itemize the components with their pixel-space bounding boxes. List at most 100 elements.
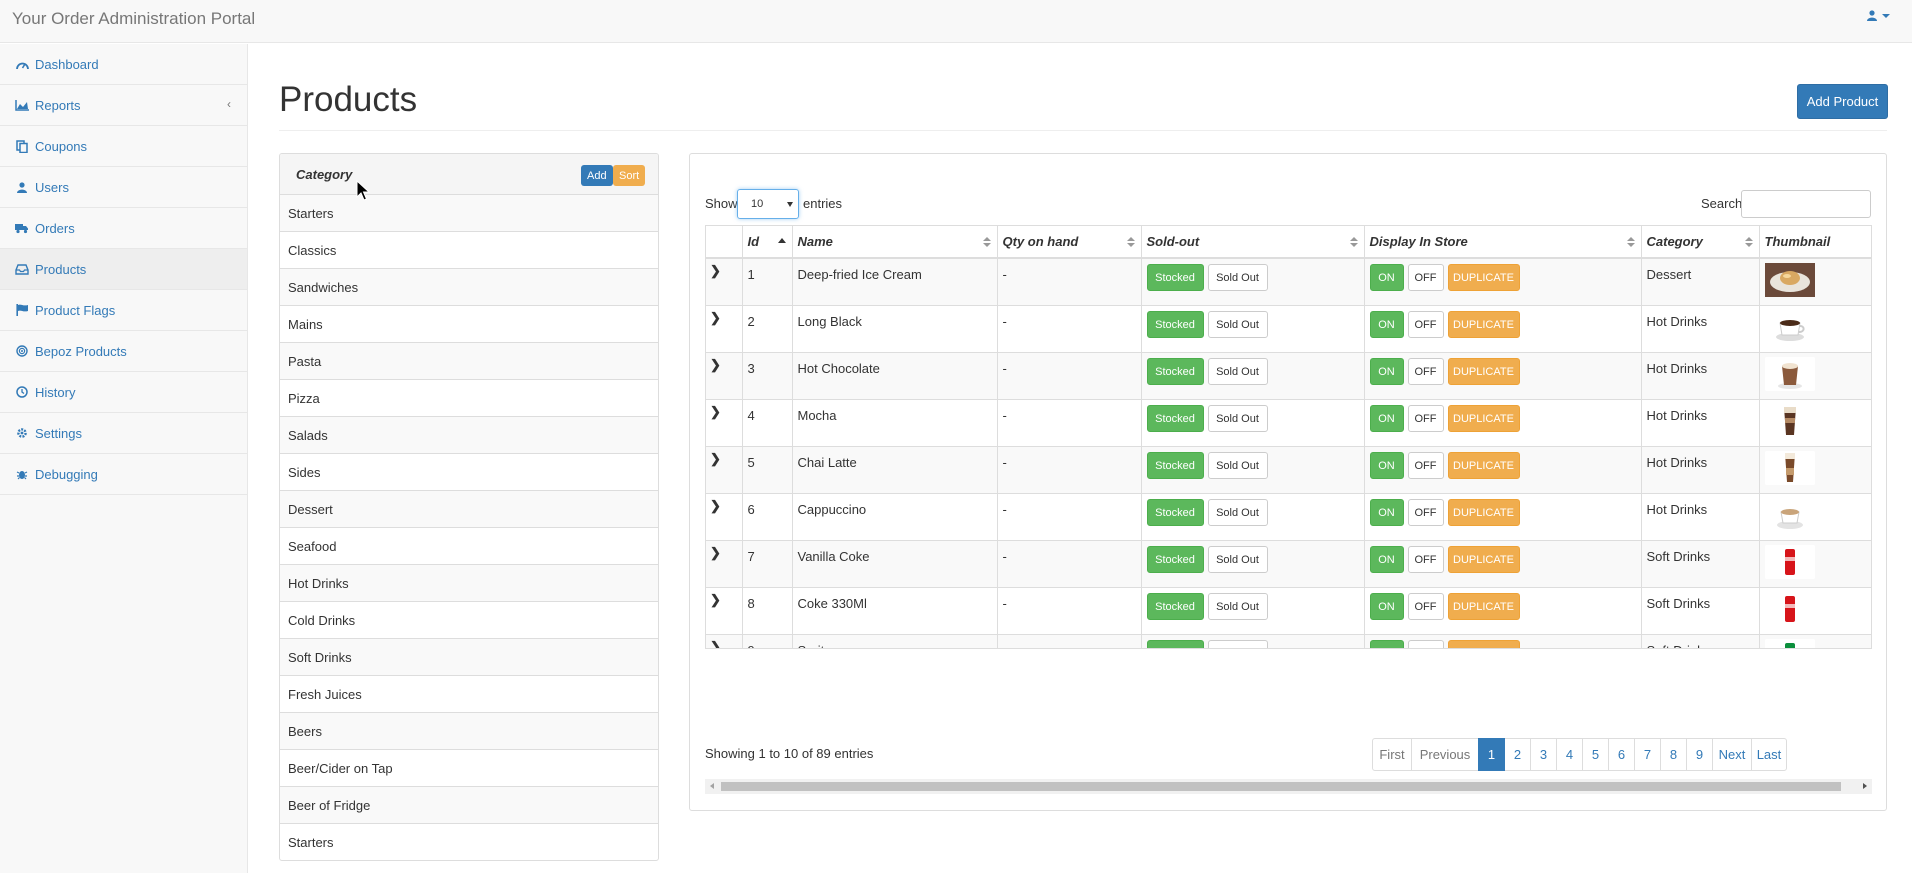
- pagination-page-button[interactable]: 5: [1582, 738, 1609, 771]
- sold-out-button[interactable]: Sold Out: [1207, 546, 1268, 573]
- duplicate-button[interactable]: DUPLICATE: [1447, 358, 1520, 385]
- stocked-button[interactable]: Stocked: [1146, 593, 1204, 620]
- stocked-button[interactable]: Stocked: [1146, 405, 1204, 432]
- expand-row-icon[interactable]: ❯: [706, 540, 743, 588]
- sold-out-button[interactable]: Sold Out: [1207, 593, 1268, 620]
- display-on-button[interactable]: ON: [1369, 358, 1404, 385]
- user-menu[interactable]: [1867, 10, 1890, 21]
- duplicate-button[interactable]: DUPLICATE: [1447, 264, 1520, 291]
- category-item[interactable]: Starters: [280, 195, 658, 232]
- scrollbar-thumb[interactable]: [721, 782, 1841, 791]
- display-on-button[interactable]: ON: [1369, 640, 1404, 648]
- sold-out-button[interactable]: Sold Out: [1207, 358, 1268, 385]
- category-item[interactable]: Cold Drinks: [280, 602, 658, 639]
- pagination-page-button[interactable]: 9: [1686, 738, 1713, 771]
- display-off-button[interactable]: OFF: [1407, 405, 1444, 432]
- sidebar-item-settings[interactable]: Settings: [0, 413, 247, 454]
- stocked-button[interactable]: Stocked: [1146, 264, 1204, 291]
- duplicate-button[interactable]: DUPLICATE: [1447, 452, 1520, 479]
- column-header-id[interactable]: Id: [742, 226, 793, 259]
- display-off-button[interactable]: OFF: [1407, 593, 1444, 620]
- pagination-last-button[interactable]: Last: [1751, 738, 1787, 771]
- expand-row-icon[interactable]: ❯: [706, 352, 743, 400]
- duplicate-button[interactable]: DUPLICATE: [1447, 593, 1520, 620]
- pagination-page-button[interactable]: 7: [1634, 738, 1661, 771]
- display-off-button[interactable]: OFF: [1407, 311, 1444, 338]
- stocked-button[interactable]: Stocked: [1146, 546, 1204, 573]
- sort-category-button[interactable]: Sort: [613, 165, 646, 186]
- pagination-previous-button[interactable]: Previous: [1411, 738, 1479, 771]
- category-item[interactable]: Sides: [280, 454, 658, 491]
- category-item[interactable]: Soft Drinks: [280, 639, 658, 676]
- display-off-button[interactable]: OFF: [1407, 640, 1444, 648]
- sold-out-button[interactable]: Sold Out: [1207, 311, 1268, 338]
- pagination-page-button[interactable]: 1: [1478, 738, 1505, 771]
- category-item[interactable]: Mains: [280, 306, 658, 343]
- display-on-button[interactable]: ON: [1369, 499, 1404, 526]
- category-item[interactable]: Pasta: [280, 343, 658, 380]
- pagination-page-button[interactable]: 4: [1556, 738, 1583, 771]
- category-item[interactable]: Beer of Fridge: [280, 787, 658, 824]
- sidebar-item-users[interactable]: Users: [0, 167, 247, 208]
- category-item[interactable]: Seafood: [280, 528, 658, 565]
- column-header-name[interactable]: Name: [792, 226, 998, 259]
- entries-per-page-select[interactable]: 10: [737, 189, 799, 219]
- sidebar-item-reports[interactable]: Reports ‹: [0, 85, 247, 126]
- sold-out-button[interactable]: Sold Out: [1207, 640, 1268, 648]
- horizontal-scrollbar[interactable]: [705, 779, 1872, 794]
- stocked-button[interactable]: Stocked: [1146, 452, 1204, 479]
- column-header-display[interactable]: Display In Store: [1364, 226, 1642, 259]
- duplicate-button[interactable]: DUPLICATE: [1447, 546, 1520, 573]
- pagination-page-button[interactable]: 6: [1608, 738, 1635, 771]
- category-item[interactable]: Sandwiches: [280, 269, 658, 306]
- pagination-first-button[interactable]: First: [1372, 738, 1412, 771]
- expand-row-icon[interactable]: ❯: [706, 446, 743, 494]
- category-item[interactable]: Classics: [280, 232, 658, 269]
- category-item[interactable]: Dessert: [280, 491, 658, 528]
- display-off-button[interactable]: OFF: [1407, 358, 1444, 385]
- category-item[interactable]: Beers: [280, 713, 658, 750]
- display-on-button[interactable]: ON: [1369, 452, 1404, 479]
- pagination-page-button[interactable]: 3: [1530, 738, 1557, 771]
- add-product-button[interactable]: Add Product: [1797, 84, 1888, 119]
- sold-out-button[interactable]: Sold Out: [1207, 264, 1268, 291]
- display-on-button[interactable]: ON: [1369, 264, 1404, 291]
- search-input[interactable]: [1741, 190, 1871, 218]
- display-on-button[interactable]: ON: [1369, 546, 1404, 573]
- app-title[interactable]: Your Order Administration Portal: [12, 9, 255, 29]
- chevron-left-icon[interactable]: ‹: [227, 97, 231, 111]
- scroll-left-icon[interactable]: [710, 783, 714, 789]
- display-off-button[interactable]: OFF: [1407, 264, 1444, 291]
- display-off-button[interactable]: OFF: [1407, 499, 1444, 526]
- sidebar-item-orders[interactable]: Orders: [0, 208, 247, 249]
- category-item[interactable]: Pizza: [280, 380, 658, 417]
- sidebar-item-debugging[interactable]: Debugging: [0, 454, 247, 495]
- pagination-page-button[interactable]: 8: [1660, 738, 1687, 771]
- sidebar-item-product-flags[interactable]: Product Flags: [0, 290, 247, 331]
- stocked-button[interactable]: Stocked: [1146, 640, 1204, 648]
- display-on-button[interactable]: ON: [1369, 405, 1404, 432]
- category-item[interactable]: Salads: [280, 417, 658, 454]
- sold-out-button[interactable]: Sold Out: [1207, 499, 1268, 526]
- add-category-button[interactable]: Add: [581, 165, 613, 186]
- sidebar-item-history[interactable]: History: [0, 372, 247, 413]
- expand-row-icon[interactable]: ❯: [706, 493, 743, 541]
- column-header-qty[interactable]: Qty on hand: [997, 226, 1142, 259]
- sidebar-item-dashboard[interactable]: Dashboard: [0, 44, 247, 85]
- display-on-button[interactable]: ON: [1369, 311, 1404, 338]
- display-off-button[interactable]: OFF: [1407, 452, 1444, 479]
- pagination-next-button[interactable]: Next: [1712, 738, 1752, 771]
- duplicate-button[interactable]: DUPLICATE: [1447, 311, 1520, 338]
- sold-out-button[interactable]: Sold Out: [1207, 452, 1268, 479]
- stocked-button[interactable]: Stocked: [1146, 358, 1204, 385]
- expand-row-icon[interactable]: ❯: [706, 305, 743, 353]
- sidebar-item-bepoz-products[interactable]: Bepoz Products: [0, 331, 247, 372]
- category-item[interactable]: Hot Drinks: [280, 565, 658, 602]
- display-off-button[interactable]: OFF: [1407, 546, 1444, 573]
- column-header-category[interactable]: Category: [1641, 226, 1760, 259]
- stocked-button[interactable]: Stocked: [1146, 311, 1204, 338]
- category-item[interactable]: Starters: [280, 824, 658, 860]
- expand-row-icon[interactable]: ❯: [706, 634, 743, 648]
- scroll-right-icon[interactable]: [1863, 783, 1867, 789]
- column-header-sold-out[interactable]: Sold-out: [1141, 226, 1365, 259]
